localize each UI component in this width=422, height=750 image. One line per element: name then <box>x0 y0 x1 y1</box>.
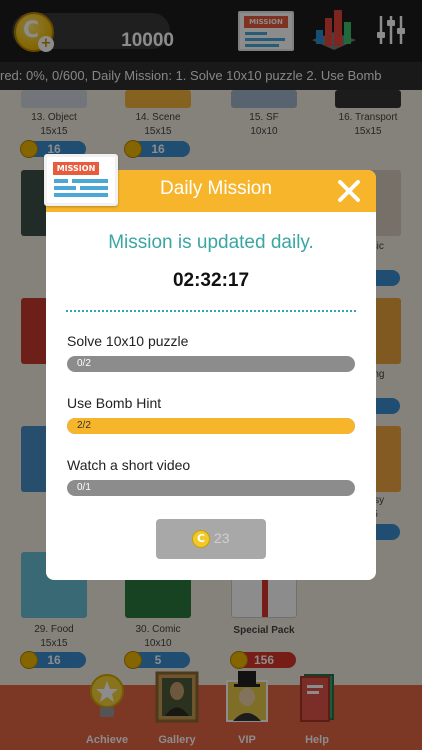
task-label: Use Bomb Hint <box>67 395 162 411</box>
task-progress-text: 0/1 <box>77 482 91 493</box>
task-progress-bar: 0/1 <box>67 480 355 496</box>
task-label: Solve 10x10 puzzle <box>67 333 189 349</box>
mission-timer: 02:32:17 <box>172 270 250 291</box>
task-progress-bar: 2/2 <box>67 418 355 434</box>
task-progress-bar: 0/2 <box>67 356 355 372</box>
close-icon[interactable] <box>336 178 362 204</box>
reward-amount: 23 <box>214 530 230 546</box>
task-progress-fill <box>67 418 355 434</box>
coin-icon: C <box>192 530 210 548</box>
dotted-divider <box>66 310 356 312</box>
task-progress-text: 0/2 <box>77 358 91 369</box>
dialog-title: Daily Mission <box>160 178 272 199</box>
task-label: Watch a short video <box>67 457 191 473</box>
daily-mission-dialog: Daily Mission MISSION Mission is updated… <box>44 154 376 580</box>
claim-reward-button[interactable]: C 23 <box>156 519 266 559</box>
mission-board-icon: MISSION <box>44 154 118 206</box>
dialog-headline: Mission is updated daily. <box>108 232 314 253</box>
task-progress-text: 2/2 <box>77 420 91 431</box>
